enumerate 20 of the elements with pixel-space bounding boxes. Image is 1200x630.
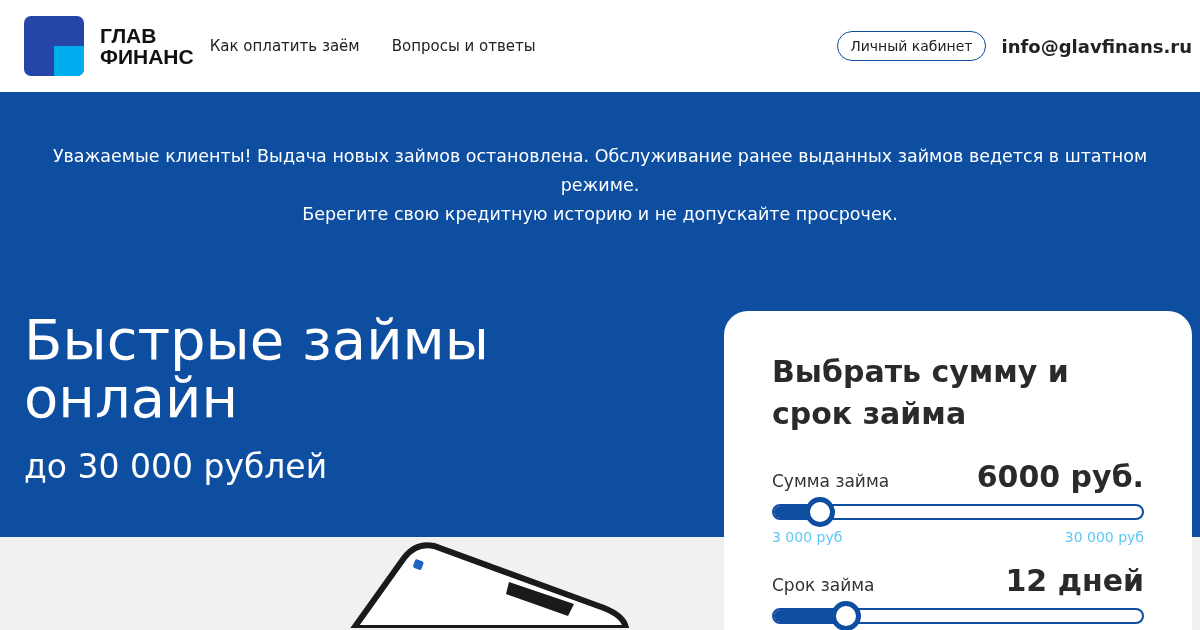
range-min: 3 000 руб <box>772 529 843 545</box>
notice-text: Берегите свою кредитную историю и не допускайте просрочек. <box>301 203 899 226</box>
slider[interactable] <box>772 497 1144 527</box>
range-max: 30 000 руб <box>1064 529 1144 545</box>
hero-subtitle: до 30 000 рублей <box>24 447 329 486</box>
slider-label: Срок займа <box>772 575 875 595</box>
nav-link[interactable]: Вопросы и ответы <box>391 37 536 55</box>
hero-title: Быстрые займы онлайн <box>24 311 490 427</box>
logo-text: ГЛАВ <box>100 25 158 46</box>
slider-label: Сумма займа <box>772 471 890 491</box>
nav-link[interactable]: Как оплатить заём <box>209 37 360 55</box>
slider[interactable] <box>772 601 1144 630</box>
logo-text: ФИНАНС <box>100 46 194 67</box>
slider-value: 6000 руб. <box>976 459 1144 494</box>
email-link[interactable]: info@glavfinans.ru <box>1001 35 1192 57</box>
account-button[interactable]: Личный кабинет <box>837 31 986 61</box>
logo-icon[interactable] <box>24 16 84 76</box>
notice-text: Уважаемые клиенты! Выдача новых займов остановлена. Обслуживание ранее выданных займов ведется в штатном режиме. <box>51 145 1149 197</box>
calculator-title: Выбрать сумму и срок займа <box>772 353 1070 433</box>
slider-value: 12 дней <box>1005 563 1144 598</box>
